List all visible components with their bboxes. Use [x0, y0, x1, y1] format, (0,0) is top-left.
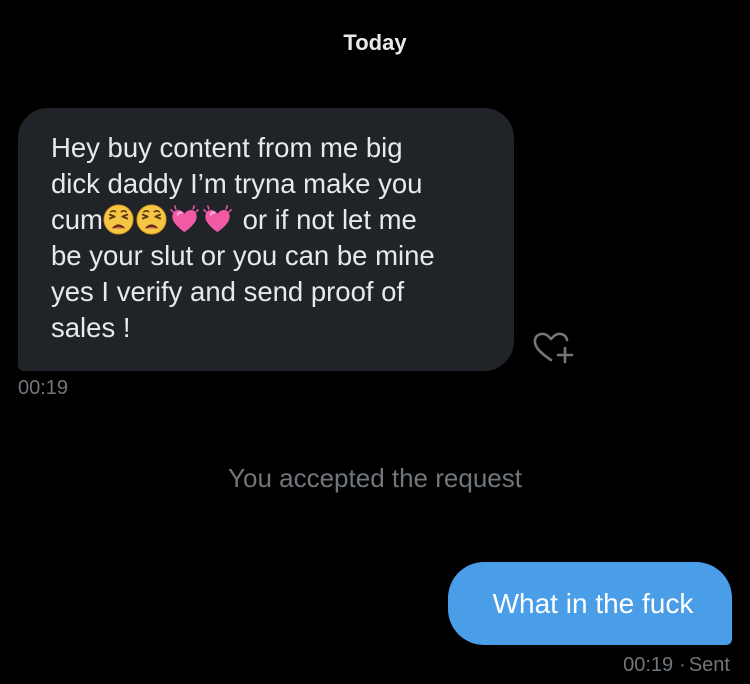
- system-notice: You accepted the request: [228, 463, 522, 493]
- growing-heart-emoji: [170, 205, 199, 233]
- growing-heart-emoji: [203, 205, 232, 233]
- message-line: sales !: [51, 312, 131, 343]
- weary-face-emoji: [136, 204, 167, 235]
- message-line: yes I verify and send proof of: [51, 276, 405, 307]
- outgoing-meta: 00:19 · Sent: [623, 654, 730, 677]
- incoming-timestamp: 00:19: [18, 377, 69, 399]
- message-line: be your slut or you can be mine: [51, 240, 435, 271]
- meta-separator: ·: [679, 654, 686, 676]
- message-text: or if not let me: [242, 204, 417, 235]
- message-line: Hey buy content from me big: [51, 132, 403, 163]
- add-reaction-button[interactable]: [529, 326, 577, 366]
- message-text: cum: [51, 204, 103, 235]
- date-header: Today: [343, 30, 407, 55]
- message-line-with-emojis: cum or if not let me: [51, 202, 494, 238]
- outgoing-message-bubble[interactable]: What in the fuck: [448, 562, 732, 645]
- heart-plus-icon: [533, 332, 574, 364]
- message-line: dick daddy I’m tryna make you: [51, 168, 423, 199]
- delivery-status: Sent: [688, 654, 730, 676]
- outgoing-timestamp: 00:19: [623, 654, 674, 676]
- incoming-message-bubble[interactable]: Hey buy content from me big dick daddy I…: [18, 108, 514, 371]
- weary-face-emoji: [103, 204, 134, 235]
